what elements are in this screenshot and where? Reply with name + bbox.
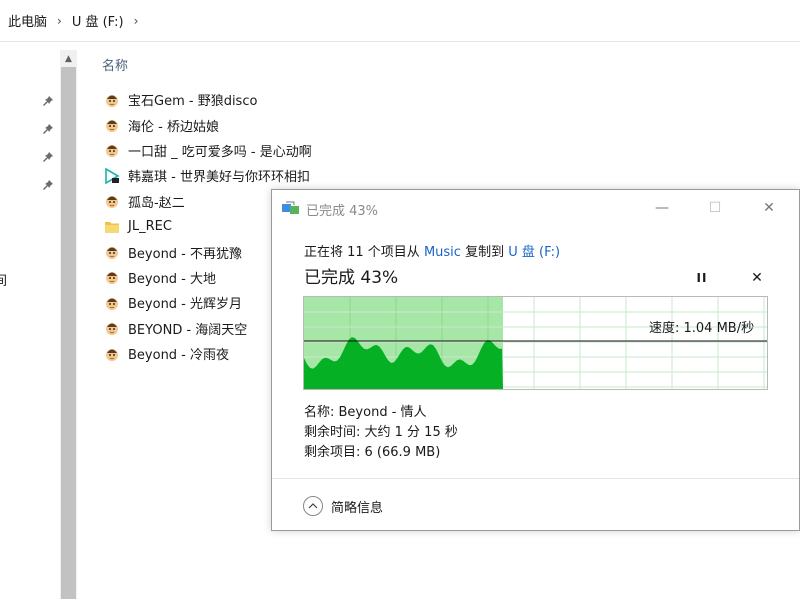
less-details-toggle[interactable]: 简略信息 — [303, 496, 383, 516]
time-remaining: 剩余时间: 大约 1 分 15 秒 — [304, 425, 458, 440]
destination-folder-link[interactable]: U 盘 (F:) — [508, 245, 560, 260]
items-remaining: 剩余项目: 6 (66.9 MB) — [304, 445, 441, 460]
music-file-icon — [104, 117, 120, 133]
file-name: JL_REC — [128, 219, 172, 235]
less-details-label: 简略信息 — [331, 500, 384, 516]
breadcrumb-this-pc[interactable]: 此电脑 — [6, 11, 49, 30]
close-button[interactable]: ✕ — [749, 194, 789, 222]
speed-graph-svg — [304, 297, 767, 389]
nav-item-personal[interactable]: sonal — [0, 242, 1, 257]
desc-middle: 复制到 — [465, 245, 505, 260]
music-file-icon — [104, 320, 120, 336]
transfer-details: 名称: Beyond - 情人 剩余时间: 大约 1 分 15 秒 剩余项目: … — [304, 403, 458, 463]
file-name: Beyond - 冷雨夜 — [128, 348, 230, 364]
file-row[interactable]: 海伦 - 桥边姑娘 — [104, 112, 312, 137]
copy-transfer-icon — [282, 201, 300, 215]
pin-icon — [42, 123, 54, 135]
file-name: 海伦 - 桥边姑娘 — [128, 119, 219, 135]
copy-progress-dialog: 已完成 43% — ☐ ✕ 正在将 11 个项目从 Music 复制到 U 盘 … — [271, 189, 800, 531]
desc-prefix: 正在将 11 个项目从 — [304, 245, 420, 260]
music-file-icon — [104, 346, 120, 362]
minimize-button[interactable]: — — [642, 194, 682, 222]
file-name: Beyond - 大地 — [128, 271, 217, 287]
folder-icon — [104, 219, 120, 235]
dialog-titlebar[interactable]: 已完成 43% — ☐ ✕ — [272, 190, 799, 226]
chevron-right-icon[interactable]: › — [57, 14, 62, 28]
speed-label: 速度: 1.04 MB/秒 — [649, 321, 755, 336]
file-name: 孤岛-赵二 — [128, 195, 185, 211]
video-file-icon — [104, 167, 120, 184]
nav-scrollbar[interactable]: ▲ — [60, 50, 77, 599]
cancel-copy-button[interactable]: ✕ — [746, 268, 768, 288]
pin-icon — [42, 179, 54, 191]
source-folder-link[interactable]: Music — [424, 245, 461, 260]
chevron-right-icon[interactable]: › — [134, 14, 139, 28]
file-name: BEYOND - 海阔天空 — [128, 322, 248, 338]
music-file-icon — [104, 193, 120, 209]
nav-item-partial[interactable]: 间 — [0, 270, 7, 289]
address-breadcrumb: 此电脑 › U 盘 (F:) › — [0, 0, 800, 42]
file-row[interactable]: 一口甜 _ 吃可爱多吗 - 是心动啊 — [104, 138, 312, 163]
pause-button[interactable]: II — [691, 268, 713, 288]
dialog-divider — [272, 478, 799, 479]
transfer-speed-graph: 速度: 1.04 MB/秒 — [303, 296, 768, 390]
file-row[interactable]: 韩嘉琪 - 世界美好与你环环相扣 — [104, 163, 312, 188]
file-name: 韩嘉琪 - 世界美好与你环环相扣 — [128, 170, 310, 186]
file-name: 一口甜 _ 吃可爱多吗 - 是心动啊 — [128, 144, 312, 160]
music-file-icon — [104, 269, 120, 285]
pin-icon — [42, 95, 54, 107]
maximize-button[interactable]: ☐ — [695, 194, 735, 222]
dialog-title: 已完成 43% — [306, 204, 379, 219]
file-name: Beyond - 光辉岁月 — [128, 297, 243, 313]
copy-description: 正在将 11 个项目从 Music 复制到 U 盘 (F:) — [304, 241, 560, 260]
chevron-up-icon[interactable] — [303, 496, 323, 516]
navigation-pane: sonal 间 — [0, 43, 60, 599]
music-file-icon — [104, 92, 120, 108]
scroll-up-arrow-icon[interactable]: ▲ — [60, 50, 77, 67]
column-header-name[interactable]: 名称 — [102, 55, 128, 74]
file-name: 宝石Gem - 野狼disco — [128, 94, 258, 110]
file-name: Beyond - 不再犹豫 — [128, 246, 243, 262]
progress-heading: 已完成 43% — [304, 268, 399, 288]
current-file-name: 名称: Beyond - 情人 — [304, 405, 427, 420]
file-row[interactable]: 宝石Gem - 野狼disco — [104, 87, 312, 112]
music-file-icon — [104, 295, 120, 311]
pin-icon — [42, 151, 54, 163]
music-file-icon — [104, 244, 120, 260]
scroll-thumb[interactable] — [61, 67, 76, 599]
music-file-icon — [104, 142, 120, 158]
breadcrumb-usb-drive[interactable]: U 盘 (F:) — [70, 11, 126, 30]
